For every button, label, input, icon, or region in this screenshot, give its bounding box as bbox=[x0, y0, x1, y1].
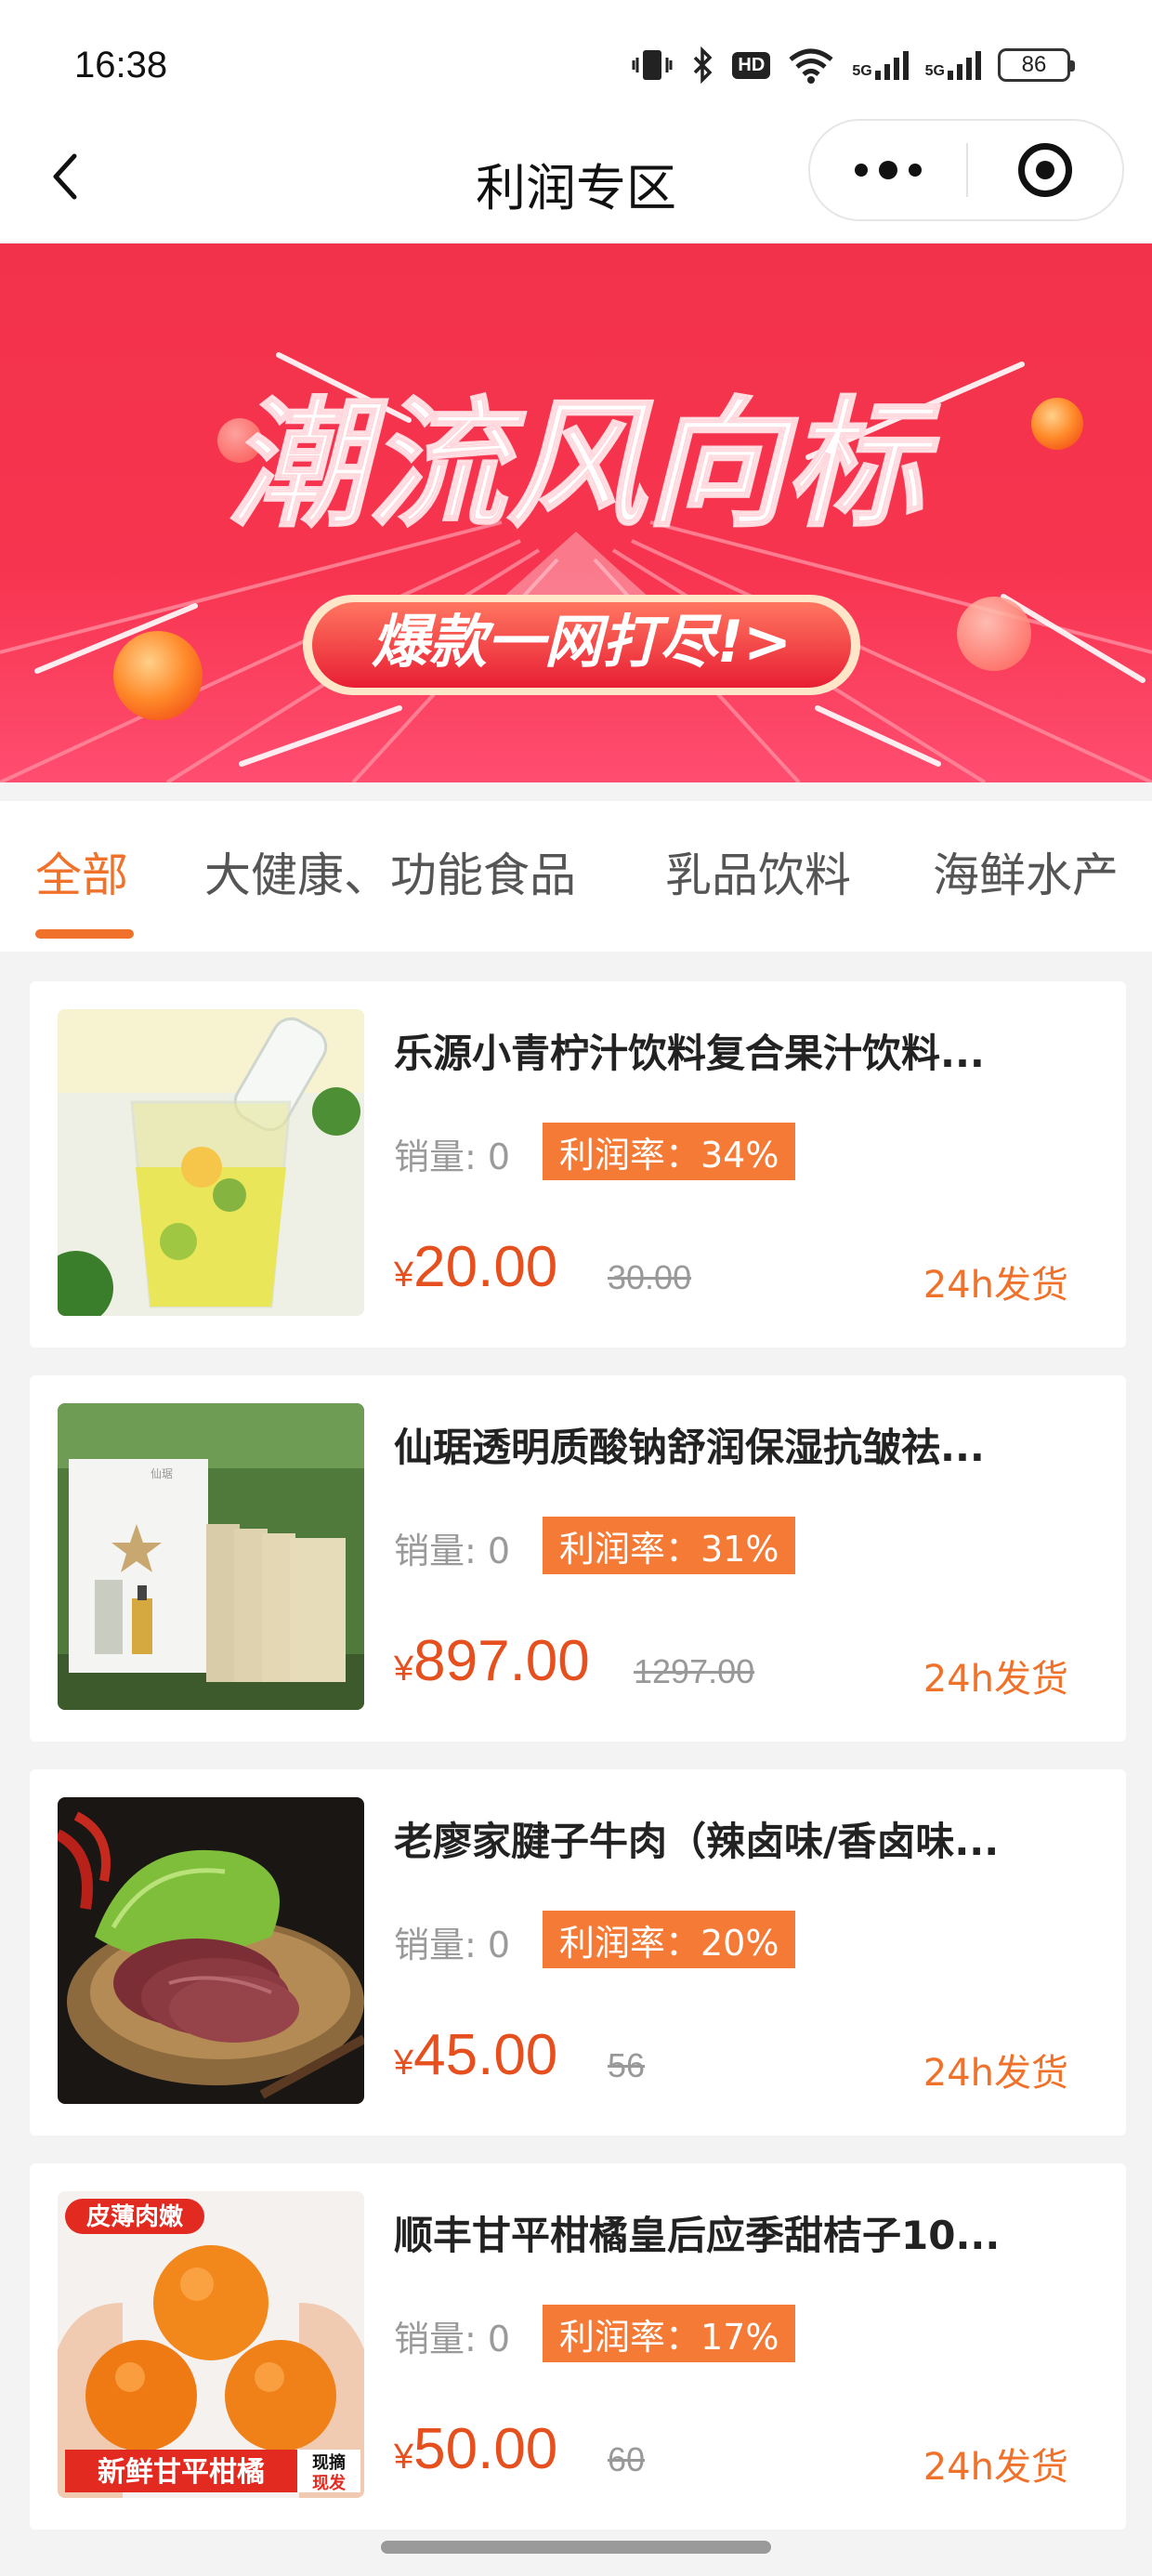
product-title: 顺丰甘平柑橘皇后应季甜桔子10... bbox=[394, 2213, 1001, 2258]
product-price: ¥50.00 bbox=[394, 2417, 558, 2481]
product-image bbox=[58, 1797, 364, 2104]
promo-banner[interactable]: 潮流风向标 爆款一网打尽!> bbox=[0, 243, 1152, 782]
bluetooth-icon bbox=[689, 46, 715, 84]
tab-health-food[interactable]: 大健康、功能食品 bbox=[204, 838, 576, 905]
signal-5g-icon-2: 5G bbox=[925, 50, 981, 80]
vibrate-icon bbox=[632, 46, 673, 84]
shipping-label: 24h发货 bbox=[923, 1264, 1068, 1307]
product-price: ¥897.00 bbox=[394, 1629, 590, 1693]
profit-rate-badge: 利润率：20% bbox=[543, 1911, 796, 1968]
shipping-label: 24h发货 bbox=[923, 1658, 1068, 1701]
tab-seafood[interactable]: 海鲜水产 bbox=[933, 838, 1119, 905]
shipping-label: 24h发货 bbox=[923, 2446, 1068, 2489]
product-title: 乐源小青柠汁饮料复合果汁饮料... bbox=[394, 1031, 985, 1076]
product-sales: 销量: 0 bbox=[394, 2319, 511, 2359]
wifi-icon bbox=[787, 46, 835, 84]
original-price: 60 bbox=[608, 2440, 646, 2478]
product-sales: 销量: 0 bbox=[394, 1531, 511, 1571]
product-image: 皮薄肉嫩 新鲜甘平柑橘 现摘 现发 bbox=[58, 2191, 364, 2498]
banner-headline: 潮流风向标 bbox=[228, 385, 940, 546]
signal-5g-icon: 5G bbox=[852, 50, 909, 80]
profit-rate-badge: 利润率：31% bbox=[543, 1517, 796, 1574]
product-price: ¥20.00 bbox=[394, 1235, 558, 1299]
home-indicator[interactable] bbox=[381, 2541, 771, 2554]
category-tabs: 全部 大健康、功能食品 乳品饮料 海鲜水产 bbox=[0, 801, 1152, 952]
tab-active-indicator bbox=[35, 929, 134, 939]
product-image: 仙琚 bbox=[58, 1403, 364, 1710]
shipping-label: 24h发货 bbox=[923, 2052, 1068, 2095]
product-card[interactable]: 仙琚 仙琚透明质酸钠舒润保湿抗皱祛... 销量: 0 利润率：31% ¥897.… bbox=[30, 1375, 1126, 1741]
original-price: 30.00 bbox=[608, 1258, 692, 1296]
product-card[interactable]: 老廖家腱子牛肉（辣卤味/香卤味... 销量: 0 利润率：20% ¥45.00 … bbox=[30, 1769, 1126, 2136]
product-image bbox=[58, 1009, 364, 1316]
banner-cta: 爆款一网打尽!> bbox=[372, 608, 792, 676]
more-button[interactable] bbox=[810, 121, 966, 219]
status-icons: HD 5G 5G 86 bbox=[632, 43, 1075, 87]
hd-icon: HD bbox=[732, 51, 771, 79]
nav-bar: 利润专区 bbox=[0, 112, 1152, 242]
battery-icon: 86 bbox=[998, 48, 1075, 82]
profit-rate-badge: 利润率：34% bbox=[543, 1123, 796, 1180]
svg-text:皮薄肉嫩: 皮薄肉嫩 bbox=[86, 2203, 184, 2231]
product-card[interactable]: 乐源小青柠汁饮料复合果汁饮料... 销量: 0 利润率：34% ¥20.00 3… bbox=[30, 981, 1126, 1347]
product-title: 老廖家腱子牛肉（辣卤味/香卤味... bbox=[394, 1819, 1000, 1864]
svg-text:现摘: 现摘 bbox=[312, 2452, 346, 2473]
product-card[interactable]: 皮薄肉嫩 新鲜甘平柑橘 现摘 现发 顺丰甘平柑橘皇后应季甜桔子10... 销量:… bbox=[30, 2163, 1126, 2530]
profit-rate-badge: 利润率：17% bbox=[543, 2305, 796, 2362]
product-title: 仙琚透明质酸钠舒润保湿抗皱祛... bbox=[394, 1425, 985, 1470]
tab-all[interactable]: 全部 bbox=[35, 838, 128, 905]
svg-text:现发: 现发 bbox=[312, 2473, 347, 2493]
status-bar: 16:38 HD 5G 5G 86 bbox=[0, 0, 1152, 130]
svg-text:仙琚: 仙琚 bbox=[151, 1467, 173, 1480]
tab-dairy-drinks[interactable]: 乳品饮料 bbox=[665, 838, 851, 905]
original-price: 56 bbox=[608, 2046, 646, 2084]
mini-program-capsule bbox=[808, 119, 1124, 221]
close-miniprogram-button[interactable] bbox=[968, 143, 1122, 197]
product-sales: 销量: 0 bbox=[394, 1925, 511, 1965]
original-price: 1297.00 bbox=[634, 1652, 755, 1690]
product-price: ¥45.00 bbox=[394, 2023, 558, 2087]
product-sales: 销量: 0 bbox=[394, 1137, 511, 1177]
target-icon bbox=[1018, 143, 1072, 197]
status-time: 16:38 bbox=[74, 45, 168, 85]
svg-text:新鲜甘平柑橘: 新鲜甘平柑橘 bbox=[98, 2456, 265, 2489]
